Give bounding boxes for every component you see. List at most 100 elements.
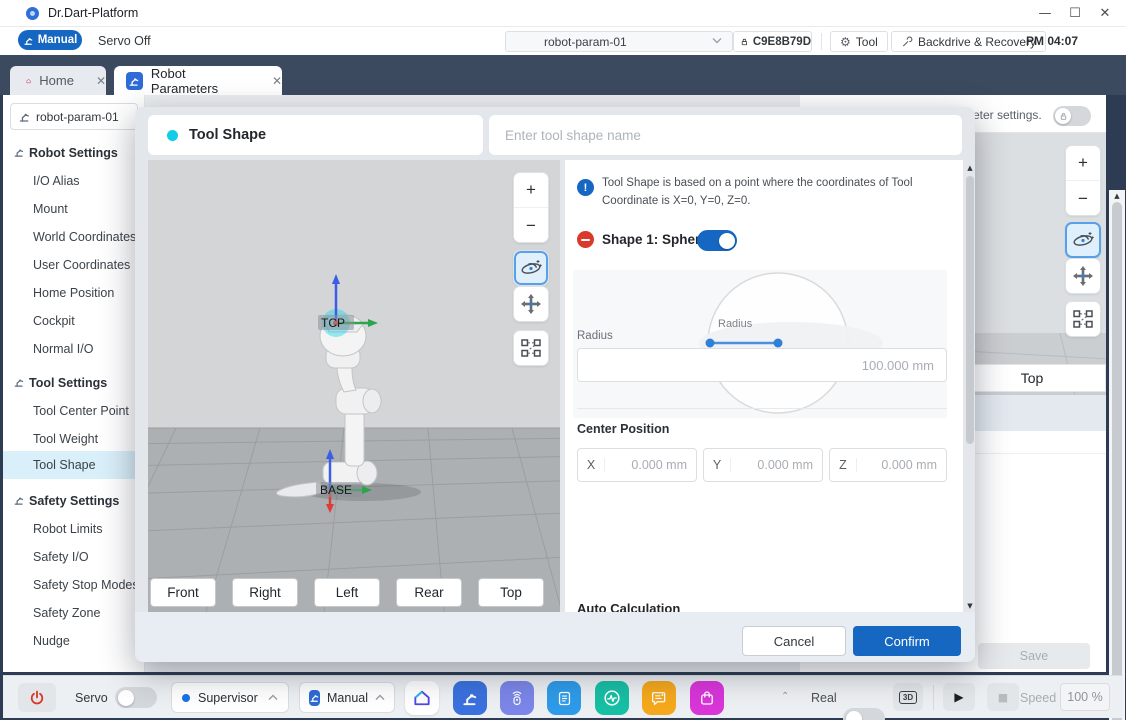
power-button[interactable] bbox=[18, 683, 56, 712]
servo-status-text: Servo Off bbox=[98, 34, 151, 48]
scrollbar-thumb[interactable] bbox=[966, 176, 974, 444]
orbit-tool-button-selected[interactable] bbox=[513, 250, 549, 286]
tab-robot-parameters-close-icon[interactable]: ✕ bbox=[272, 74, 282, 88]
servo-toggle[interactable] bbox=[115, 687, 157, 708]
home-icon bbox=[26, 74, 31, 88]
zoom-out-button[interactable]: − bbox=[514, 208, 548, 243]
center-x-field[interactable]: X bbox=[577, 448, 697, 482]
backdrive-recovery-button[interactable]: Backdrive & Recovery bbox=[891, 31, 1046, 52]
view-button-left[interactable]: Left bbox=[314, 578, 380, 607]
manual-mode-button[interactable]: Manual bbox=[18, 30, 82, 50]
background-zoom-controls: + − bbox=[1065, 145, 1101, 216]
dialog-3d-viewport[interactable]: TCP BASE + − bbox=[148, 160, 560, 612]
play-button[interactable]: ▶ bbox=[943, 683, 975, 711]
tab-home-close-icon[interactable]: ✕ bbox=[96, 74, 106, 88]
sidebar-preset-chip[interactable]: robot-param-01 bbox=[10, 103, 138, 130]
scrollbar-thumb[interactable] bbox=[1112, 202, 1122, 720]
real-mode-toggle[interactable] bbox=[843, 708, 885, 720]
dialog-title-box: Tool Shape bbox=[148, 115, 483, 155]
item-label: Cockpit bbox=[3, 314, 75, 328]
wrench-icon bbox=[901, 36, 913, 48]
center-y-input[interactable] bbox=[731, 457, 822, 473]
view-button-top[interactable]: Top bbox=[478, 578, 544, 607]
dock-task-editor-icon[interactable] bbox=[547, 681, 581, 715]
scroll-up-arrow[interactable]: ▲ bbox=[1109, 190, 1125, 202]
device-id-badge[interactable]: C9E8B79D bbox=[733, 31, 812, 52]
center-x-input[interactable] bbox=[605, 457, 696, 473]
measure-tool-button[interactable] bbox=[1065, 301, 1101, 337]
axis-z-label: Z bbox=[830, 458, 857, 472]
shape-enabled-toggle[interactable] bbox=[697, 230, 737, 251]
clock-text: PM 04:07 bbox=[1026, 34, 1078, 48]
scroll-down-arrow[interactable]: ▼ bbox=[963, 600, 977, 612]
dock-log-icon[interactable] bbox=[642, 681, 676, 715]
sidebar-item-world-coordinates[interactable]: World Coordinates bbox=[3, 223, 145, 251]
dock-collapse-chevron-icon[interactable]: ⌃ bbox=[781, 691, 789, 702]
dock-robot-parameters-icon[interactable] bbox=[453, 681, 487, 715]
radius-field[interactable] bbox=[577, 348, 947, 382]
tool-shape-name-field[interactable] bbox=[489, 115, 962, 155]
radius-input[interactable] bbox=[578, 349, 946, 381]
background-top-view-button[interactable]: Top bbox=[958, 364, 1106, 392]
mode-dropdown-value: Manual bbox=[327, 691, 368, 705]
center-z-input[interactable] bbox=[857, 457, 946, 473]
role-dropdown[interactable]: Supervisor bbox=[171, 682, 289, 713]
gear-icon: ⚙ bbox=[840, 35, 851, 49]
3d-view-button[interactable]: 3D bbox=[893, 683, 923, 711]
sidebar-item-safety-io[interactable]: Safety I/O bbox=[3, 543, 145, 571]
orbit-tool-button[interactable] bbox=[1065, 222, 1101, 258]
item-label: Tool Shape bbox=[3, 458, 96, 472]
sidebar-item-tool-shape[interactable]: Tool Shape bbox=[3, 451, 145, 479]
sidebar-item-nudge[interactable]: Nudge bbox=[3, 627, 145, 655]
remove-shape-icon[interactable] bbox=[577, 231, 594, 248]
view-button-right[interactable]: Right bbox=[232, 578, 298, 607]
center-z-field[interactable]: Z bbox=[829, 448, 947, 482]
tab-robot-parameters-label: Robot Parameters bbox=[151, 66, 250, 96]
settings-lock-toggle[interactable] bbox=[1053, 106, 1091, 126]
sidebar-item-safety-zone[interactable]: Safety Zone bbox=[3, 599, 145, 627]
pan-icon bbox=[519, 292, 543, 316]
sidebar-item-mount[interactable]: Mount bbox=[3, 195, 145, 223]
mode-dropdown[interactable]: Manual bbox=[299, 682, 395, 713]
dock-monitoring-icon[interactable] bbox=[595, 681, 629, 715]
tab-home[interactable]: Home ✕ bbox=[10, 66, 106, 95]
sidebar-item-home-position[interactable]: Home Position bbox=[3, 279, 145, 307]
lock-icon bbox=[1059, 112, 1068, 121]
confirm-button[interactable]: Confirm bbox=[853, 626, 961, 656]
pan-tool-button[interactable] bbox=[513, 286, 549, 322]
zoom-in-button[interactable]: + bbox=[1066, 146, 1100, 181]
panel-scrollbar[interactable]: ▲ ▼ bbox=[963, 162, 977, 612]
tab-robot-parameters[interactable]: Robot Parameters ✕ bbox=[114, 66, 282, 95]
view-button-rear[interactable]: Rear bbox=[396, 578, 462, 607]
close-button[interactable]: ✕ bbox=[1090, 2, 1120, 24]
pan-tool-button[interactable] bbox=[1065, 258, 1101, 294]
sidebar-item-tool-center-point[interactable]: Tool Center Point bbox=[3, 397, 145, 425]
tool-shape-name-input[interactable] bbox=[489, 115, 962, 155]
title-bar: Dr.Dart-Platform — ☐ ✕ bbox=[0, 0, 1126, 27]
save-button[interactable]: Save bbox=[978, 643, 1090, 669]
stop-button[interactable]: ■ bbox=[987, 683, 1019, 711]
center-y-field[interactable]: Y bbox=[703, 448, 823, 482]
minimize-button[interactable]: — bbox=[1030, 2, 1060, 24]
zoom-in-button[interactable]: + bbox=[514, 173, 548, 208]
dock-home-icon[interactable] bbox=[405, 681, 439, 715]
sidebar-item-io-alias[interactable]: I/O Alias bbox=[3, 167, 145, 195]
dock-remote-control-icon[interactable] bbox=[500, 681, 534, 715]
main-scrollbar[interactable]: ▲ ▼ bbox=[1109, 190, 1125, 720]
scroll-up-arrow[interactable]: ▲ bbox=[963, 162, 977, 174]
sidebar-item-cockpit[interactable]: Cockpit bbox=[3, 307, 145, 335]
view-button-front[interactable]: Front bbox=[150, 578, 216, 607]
speed-value-box[interactable]: 100 % bbox=[1060, 683, 1110, 711]
dock-store-icon[interactable] bbox=[690, 681, 724, 715]
cancel-button[interactable]: Cancel bbox=[742, 626, 846, 656]
maximize-button[interactable]: ☐ bbox=[1060, 2, 1090, 24]
tool-button[interactable]: ⚙ Tool bbox=[830, 31, 888, 52]
preset-dropdown[interactable]: robot-param-01 bbox=[505, 31, 733, 52]
sidebar-item-normal-io[interactable]: Normal I/O bbox=[3, 335, 145, 363]
sidebar-item-robot-limits[interactable]: Robot Limits bbox=[3, 515, 145, 543]
zoom-out-button[interactable]: − bbox=[1066, 181, 1100, 216]
sidebar-item-safety-stop-modes[interactable]: Safety Stop Modes bbox=[3, 571, 145, 599]
sidebar-item-user-coordinates[interactable]: User Coordinates bbox=[3, 251, 145, 279]
sidebar-item-tool-weight[interactable]: Tool Weight bbox=[3, 425, 145, 453]
measure-tool-button[interactable] bbox=[513, 330, 549, 366]
